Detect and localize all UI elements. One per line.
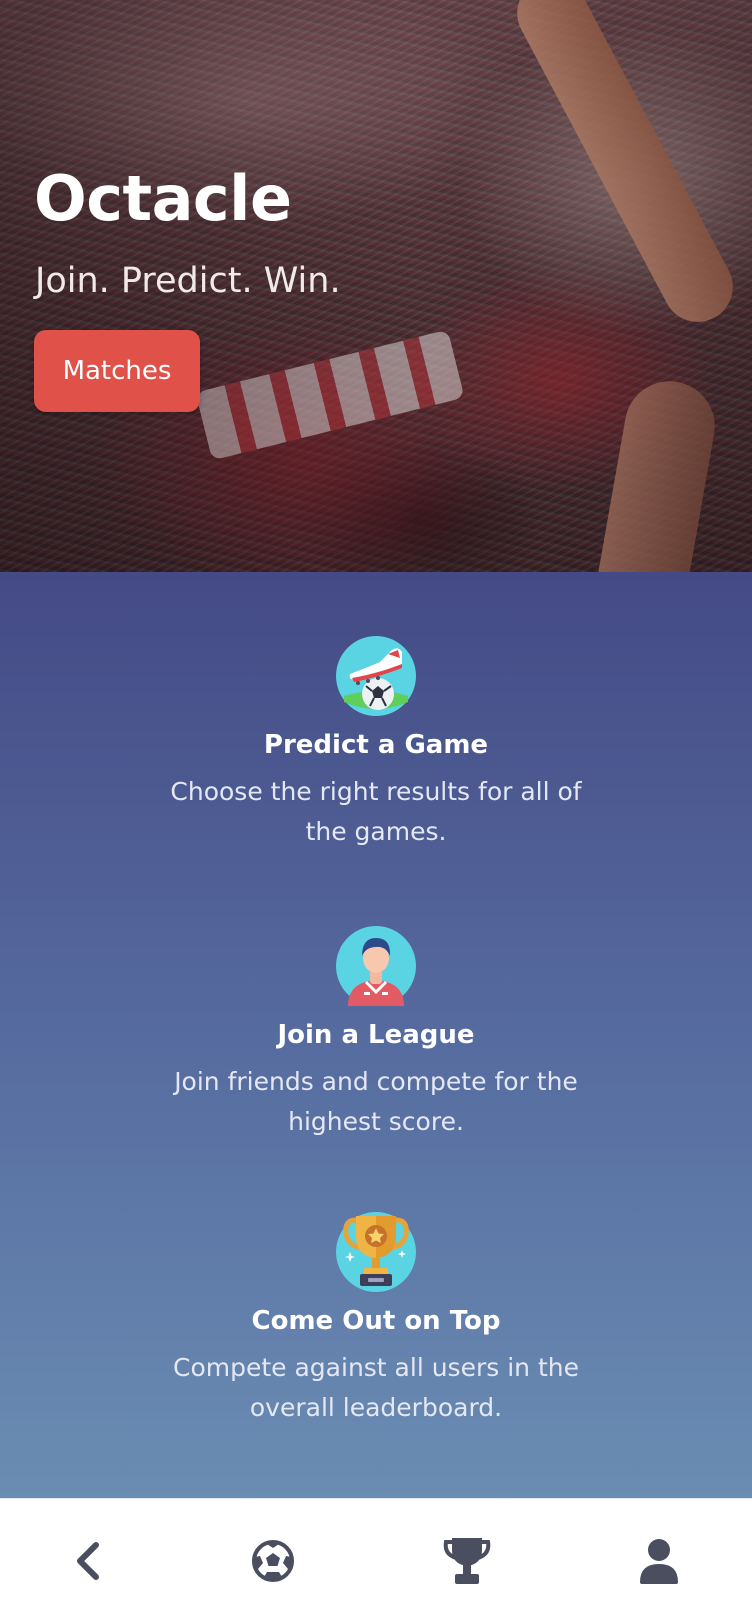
feature-come-out-on-top: Come Out on Top Compete against all user… (0, 1212, 752, 1428)
trophy-icon (336, 1212, 416, 1292)
app-tagline: Join. Predict. Win. (35, 261, 341, 301)
feature-title: Predict a Game (263, 730, 489, 760)
back-chevron-icon (77, 1542, 99, 1580)
app-title: Octacle (34, 162, 292, 235)
soccer-boot-ball-icon (336, 636, 416, 716)
feature-description: Join friends and compete for the highest… (174, 1067, 578, 1136)
nav-leaderboard-button[interactable] (435, 1529, 499, 1593)
matches-button[interactable]: Matches (34, 330, 200, 412)
app-screen: Octacle Join. Predict. Win. Matches Pred… (0, 0, 752, 1624)
bottom-navigation-bar (0, 1498, 752, 1624)
feature-title: Come Out on Top (251, 1306, 501, 1336)
nav-profile-button[interactable] (627, 1529, 691, 1593)
feature-title: Join a League (277, 1020, 475, 1050)
nav-matches-button[interactable] (241, 1529, 305, 1593)
feature-join-league: Join a League Join friends and compete f… (0, 926, 752, 1142)
hero-banner: Octacle Join. Predict. Win. Matches (0, 0, 752, 572)
feature-description: Compete against all users in the overall… (173, 1353, 579, 1422)
player-avatar-icon (336, 926, 416, 1006)
feature-description: Choose the right results for all of the … (170, 777, 582, 846)
feature-predict-game: Predict a Game Choose the right results … (0, 636, 752, 852)
trophy-icon (443, 1538, 491, 1584)
user-icon (640, 1539, 678, 1584)
soccer-ball-icon (252, 1540, 294, 1582)
nav-back-button[interactable] (58, 1529, 122, 1593)
features-section: Predict a Game Choose the right results … (0, 572, 752, 1498)
